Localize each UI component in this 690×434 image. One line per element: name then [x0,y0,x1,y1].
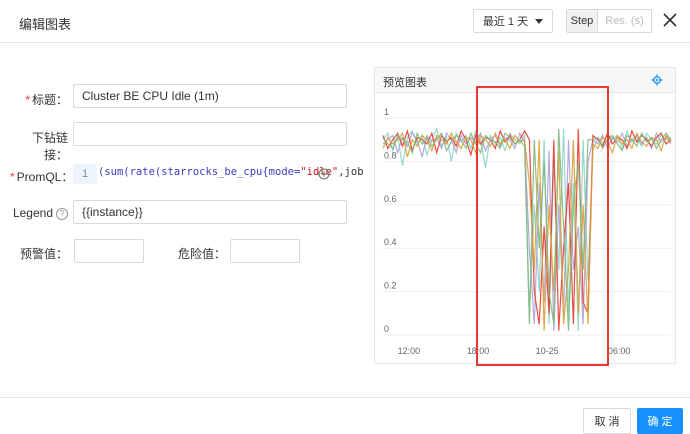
add-query-icon[interactable] [318,168,330,180]
resolution-input[interactable]: Res. (s) [598,10,651,32]
preview-title: 预览图表 [383,77,427,89]
danger-value-input[interactable] [230,239,300,263]
x-tick-label: 12:00 [398,346,421,356]
drilldown-link-input[interactable] [73,122,347,146]
step-control: Step Res. (s) [566,9,652,33]
warning-label: 预警值： [19,247,68,261]
y-tick-label: 0.6 [384,194,397,204]
highlight-box [476,86,609,366]
required-mark: * [10,170,15,184]
dialog-title: 编辑图表 [19,17,72,32]
title-label: * 标题： [25,93,68,107]
step-label: Step [567,10,598,32]
promql-line-number: 1 [73,164,97,184]
required-mark: * [25,93,30,107]
gear-icon[interactable] [651,74,663,86]
legend-input[interactable]: {{instance}} [73,200,347,224]
title-input[interactable]: Cluster BE CPU Idle (1m) [73,84,347,108]
warning-value-input[interactable] [74,239,144,263]
time-range-select[interactable]: 最近 1 天 [473,9,553,33]
y-tick-label: 0.8 [384,150,397,160]
header-divider [0,42,690,43]
time-range-value: 最近 1 天 [482,16,529,28]
close-icon[interactable] [661,11,679,29]
help-icon[interactable]: ? [56,207,68,220]
legend-label: Legend? [10,206,68,220]
drilldown-label: 下钻链接： [31,131,68,162]
danger-label: 危险值： [177,247,226,261]
promql-code-part: ,job [338,166,364,178]
confirm-button[interactable]: 确 定 [637,408,683,434]
y-tick-label: 0.2 [384,281,397,291]
y-tick-label: 0.4 [384,237,397,247]
y-tick-label: 0 [384,324,389,334]
cancel-button[interactable]: 取 消 [583,408,631,434]
y-tick-label: 1 [384,107,389,117]
promql-code-part: (sum(rate(starrocks_be_cpu{mode= [98,166,301,178]
promql-label: * PromQL： [10,170,74,184]
footer-divider [0,397,690,398]
caret-down-icon [535,18,544,24]
x-tick-label: 06:00 [608,346,631,356]
